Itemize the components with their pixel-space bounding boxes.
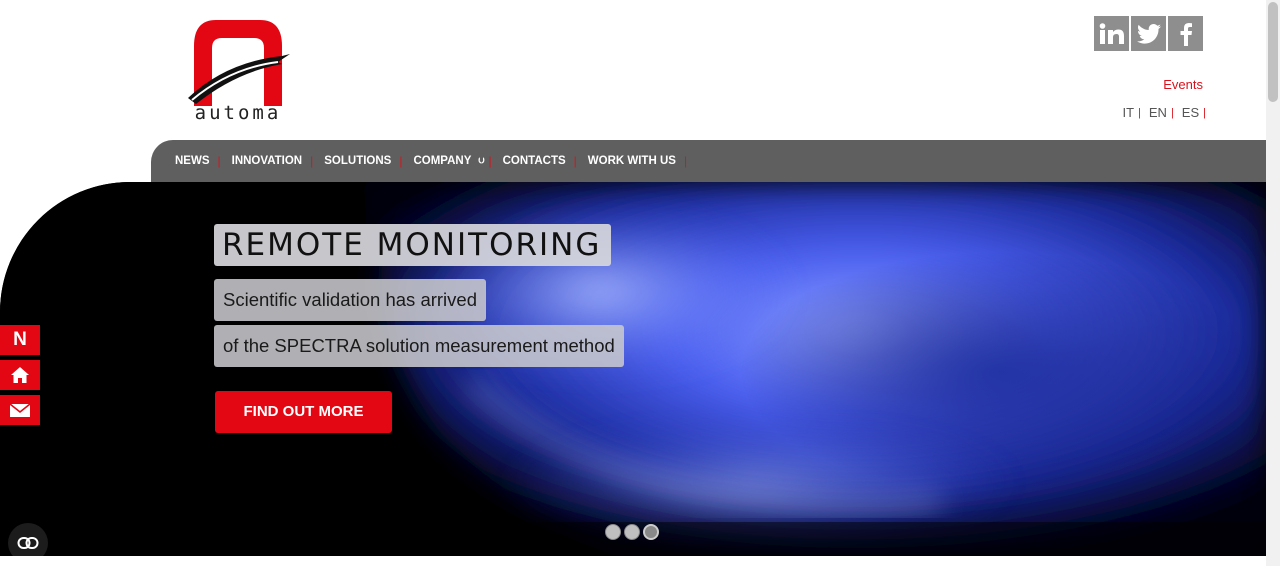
hero-subtitle-line-1: Scientific validation has arrived (214, 279, 486, 321)
nav-item-news[interactable]: NEWS | (175, 154, 232, 168)
language-switcher: IT | EN | ES | (1060, 105, 1206, 120)
twitter-icon (1136, 23, 1161, 44)
linkedin-button[interactable] (1094, 16, 1129, 51)
twitter-button[interactable] (1131, 16, 1166, 51)
events-link[interactable]: Events (1140, 77, 1203, 92)
news-side-button[interactable]: N (0, 325, 40, 355)
slider-dot-2[interactable] (624, 524, 640, 540)
hero-title: REMOTE MONITORING (214, 224, 612, 266)
mail-side-button[interactable] (0, 395, 40, 425)
automa-logo[interactable]: automa (186, 16, 292, 126)
nav-item-company[interactable]: COMPANY ⮋ | (413, 154, 502, 168)
chevron-down-icon: ⮋ (478, 156, 485, 165)
page-bottom (0, 556, 1266, 566)
lang-es[interactable]: ES (1174, 105, 1203, 120)
logo-wordmark: automa (194, 102, 282, 124)
lang-separator: | (1203, 106, 1206, 119)
slider-dot-1[interactable] (605, 524, 621, 540)
facebook-icon (1180, 22, 1192, 46)
linkedin-icon (1099, 22, 1124, 44)
home-side-button[interactable] (0, 360, 40, 390)
main-nav: NEWS | INNOVATION | SOLUTIONS | COMPANY ⮋ | C… (151, 140, 1266, 182)
facebook-button[interactable] (1168, 16, 1203, 51)
scrollbar-thumb[interactable] (1268, 2, 1278, 102)
nav-item-work-with-us[interactable]: WORK WITH US | (588, 154, 698, 168)
nav-item-innovation[interactable]: INNOVATION | (232, 154, 325, 168)
mail-icon (9, 402, 31, 417)
logo-mark-icon (188, 20, 290, 106)
page: automa Events IT | EN | ES | NEWS | INNO… (0, 0, 1280, 566)
hero-subtitle-line-2: of the SPECTRA solution measurement meth… (214, 325, 624, 367)
nav-item-solutions[interactable]: SOLUTIONS | (324, 154, 413, 168)
lang-en[interactable]: EN (1141, 105, 1171, 120)
hero-flame-image (0, 182, 1266, 556)
nav-item-contacts[interactable]: CONTACTS | (503, 154, 588, 168)
slider-dots (605, 524, 659, 540)
cookie-icon (17, 537, 39, 549)
scrollbar[interactable] (1266, 0, 1280, 566)
find-out-more-button[interactable]: FIND OUT MORE (215, 391, 392, 433)
home-icon (11, 367, 29, 383)
hero-slider (0, 182, 1266, 556)
social-links (1094, 16, 1203, 51)
lang-it[interactable]: IT (1114, 105, 1138, 120)
slider-dot-3[interactable] (643, 524, 659, 540)
